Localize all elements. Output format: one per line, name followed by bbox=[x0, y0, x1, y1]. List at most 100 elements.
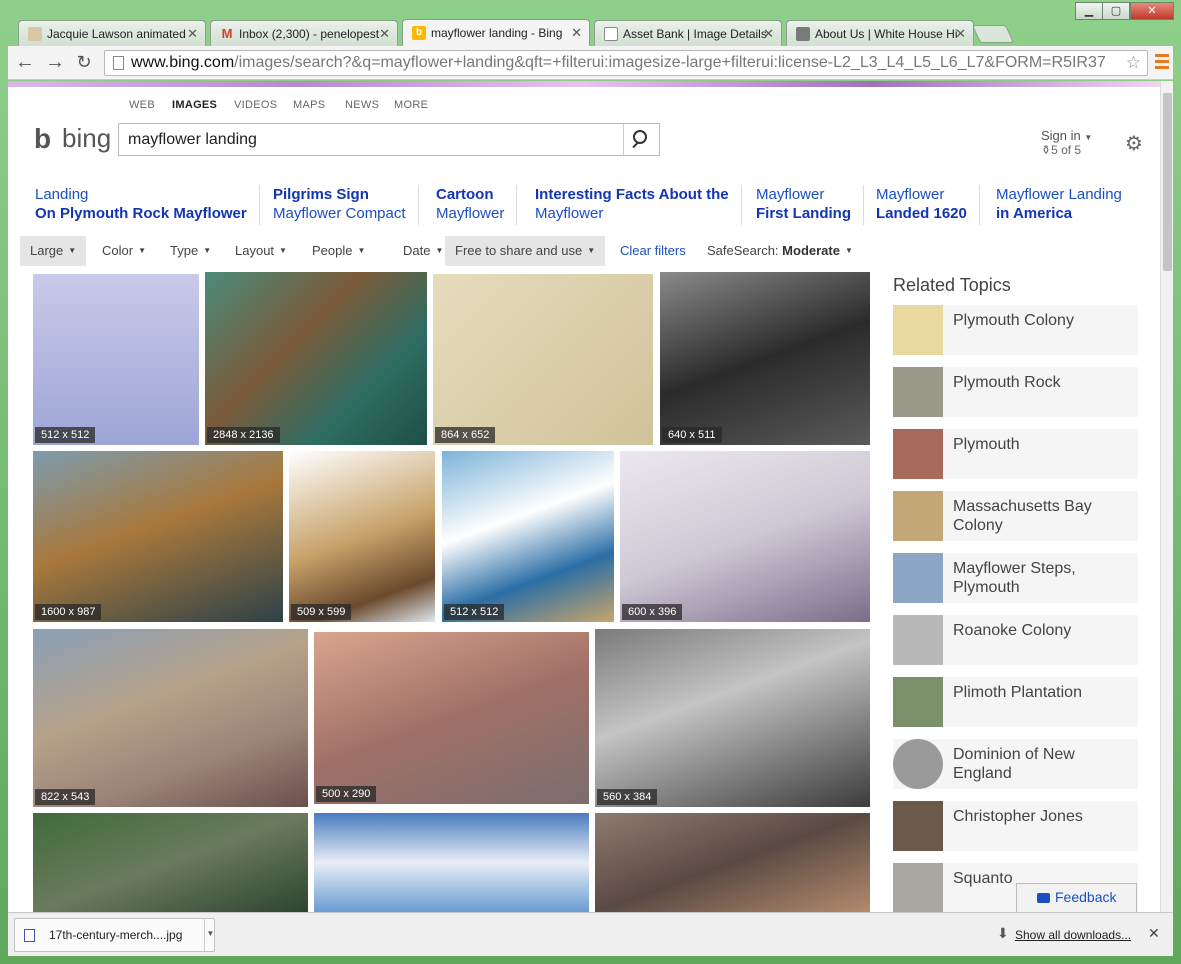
related-search-1[interactable]: Landing On Plymouth Rock Mayflower bbox=[35, 185, 260, 225]
close-icon[interactable]: ✕ bbox=[1148, 925, 1160, 942]
image-result[interactable]: 822 x 543 bbox=[33, 629, 308, 807]
filter-license[interactable]: Free to share and use ▼ bbox=[445, 236, 606, 266]
building-favicon-icon bbox=[796, 27, 810, 41]
image-result[interactable] bbox=[33, 813, 308, 912]
filter-bar: Large ▼ Color ▼ Type ▼ Layout ▼ People ▼ Date… bbox=[20, 236, 1160, 266]
maximize-button[interactable]: ▢ bbox=[1102, 2, 1130, 20]
scope-web[interactable]: WEB bbox=[129, 99, 155, 111]
feedback-button[interactable]: Feedback bbox=[1016, 883, 1137, 912]
topic-thumbnail bbox=[893, 305, 943, 355]
tab-bing[interactable]: b mayflower landing - Bing ✕ bbox=[402, 19, 590, 47]
chevron-down-icon: ▼ bbox=[138, 246, 146, 255]
chevron-down-icon[interactable]: ▼ bbox=[204, 919, 216, 951]
chevron-down-icon: ▼ bbox=[844, 246, 853, 255]
scope-videos[interactable]: VIDEOS bbox=[234, 99, 277, 111]
image-size-label: 509 x 599 bbox=[291, 604, 352, 620]
bing-favicon-icon: b bbox=[412, 26, 426, 40]
topic-thumbnail bbox=[893, 677, 943, 727]
related-topic-item[interactable]: Plymouth Colony bbox=[893, 305, 1138, 355]
filter-color[interactable]: Color ▼ bbox=[92, 236, 156, 266]
related-topic-item[interactable]: Mayflower Steps, Plymouth bbox=[893, 553, 1138, 603]
related-search-2[interactable]: Pilgrims Sign Mayflower Compact bbox=[273, 185, 419, 225]
scope-news[interactable]: NEWS bbox=[345, 99, 379, 111]
related-topic-item[interactable]: Christopher Jones bbox=[893, 801, 1138, 851]
search-input[interactable]: mayflower landing bbox=[118, 123, 660, 156]
filter-size[interactable]: Large ▼ bbox=[20, 236, 87, 266]
related-search-6[interactable]: Mayflower Landed 1620 bbox=[876, 185, 980, 225]
browser-window: Jacquie Lawson animated ✕ M Inbox (2,300… bbox=[0, 0, 1181, 964]
scope-images[interactable]: IMAGES bbox=[172, 99, 217, 111]
image-size-label: 640 x 511 bbox=[662, 427, 722, 443]
tab-title: About Us | White House Hi bbox=[815, 27, 958, 41]
related-search-4[interactable]: Interesting Facts About the Mayflower bbox=[535, 185, 742, 225]
sign-in-link[interactable]: Sign in ▼ bbox=[1041, 128, 1092, 143]
scrollbar-thumb[interactable] bbox=[1163, 93, 1172, 271]
image-size-label: 560 x 384 bbox=[597, 789, 658, 805]
image-result[interactable] bbox=[314, 813, 589, 912]
reload-button[interactable]: ↻ bbox=[73, 52, 95, 74]
filter-layout[interactable]: Layout ▼ bbox=[225, 236, 297, 266]
image-size-label: 512 x 512 bbox=[35, 427, 96, 443]
tab-asset-bank[interactable]: Asset Bank | Image Details ✕ bbox=[594, 20, 782, 46]
jacquie-lawson-favicon-icon bbox=[28, 27, 42, 41]
image-result[interactable] bbox=[595, 813, 870, 912]
image-result[interactable]: 600 x 396 bbox=[620, 451, 870, 622]
image-size-label: 1600 x 987 bbox=[35, 604, 102, 620]
rewards-counter[interactable]: ⚱5 of 5 bbox=[1041, 143, 1081, 157]
related-topic-item[interactable]: Dominion of New England bbox=[893, 739, 1138, 789]
image-result[interactable]: 2848 x 2136 bbox=[205, 272, 427, 445]
image-result[interactable]: 864 x 652 bbox=[433, 274, 653, 445]
chrome-menu-icon[interactable] bbox=[1155, 54, 1169, 70]
image-result[interactable]: 560 x 384 bbox=[595, 629, 870, 807]
tab-gmail[interactable]: M Inbox (2,300) - penelopest ✕ bbox=[210, 20, 398, 46]
tab-close-icon[interactable]: ✕ bbox=[379, 26, 390, 42]
related-search-3[interactable]: Cartoon Mayflower bbox=[436, 185, 518, 225]
related-topic-item[interactable]: Plymouth Rock bbox=[893, 367, 1138, 417]
related-search-7[interactable]: Mayflower Landing in America bbox=[996, 185, 1134, 225]
image-result[interactable]: 500 x 290 bbox=[314, 632, 589, 804]
safesearch-filter[interactable]: SafeSearch: Moderate ▼ bbox=[697, 236, 863, 266]
close-window-button[interactable]: ✕ bbox=[1130, 2, 1174, 20]
image-size-label: 822 x 543 bbox=[35, 789, 96, 805]
image-size-label: 512 x 512 bbox=[444, 604, 505, 620]
tab-close-icon[interactable]: ✕ bbox=[955, 26, 966, 42]
image-result[interactable]: 640 x 511 bbox=[660, 272, 870, 445]
clear-filters-link[interactable]: Clear filters bbox=[610, 236, 696, 266]
related-topic-item[interactable]: Plimoth Plantation bbox=[893, 677, 1138, 727]
related-topic-item[interactable]: Plymouth bbox=[893, 429, 1138, 479]
related-search-5[interactable]: Mayflower First Landing bbox=[756, 185, 864, 225]
tab-jacquie-lawson[interactable]: Jacquie Lawson animated ✕ bbox=[18, 20, 206, 46]
filter-people[interactable]: People ▼ bbox=[302, 236, 375, 266]
scope-maps[interactable]: MAPS bbox=[293, 99, 325, 111]
topic-thumbnail bbox=[893, 863, 943, 912]
new-tab-button[interactable] bbox=[971, 25, 1015, 43]
page-scrollbar[interactable] bbox=[1160, 81, 1173, 912]
image-size-label: 500 x 290 bbox=[316, 786, 377, 802]
forward-button[interactable]: → bbox=[44, 52, 66, 74]
gear-icon[interactable]: ⚙ bbox=[1125, 131, 1143, 156]
image-result[interactable]: 512 x 512 bbox=[442, 451, 614, 622]
download-arrow-icon: ⬇ bbox=[997, 925, 1009, 941]
image-size-label: 864 x 652 bbox=[435, 427, 496, 443]
tab-close-icon[interactable]: ✕ bbox=[571, 25, 582, 41]
related-topic-item[interactable]: Roanoke Colony bbox=[893, 615, 1138, 665]
download-item[interactable]: 17th-century-merch....jpg ▼ bbox=[14, 918, 215, 952]
scope-more[interactable]: MORE bbox=[394, 99, 428, 111]
image-result[interactable]: 1600 x 987 bbox=[33, 451, 283, 622]
topic-thumbnail bbox=[893, 429, 943, 479]
tab-white-house[interactable]: About Us | White House Hi ✕ bbox=[786, 20, 974, 46]
bing-logo-text: bing bbox=[62, 123, 112, 153]
related-topic-item[interactable]: Massachusetts Bay Colony bbox=[893, 491, 1138, 541]
tab-close-icon[interactable]: ✕ bbox=[763, 26, 774, 42]
minimize-button[interactable]: ▁ bbox=[1075, 2, 1103, 20]
show-all-downloads-link[interactable]: Show all downloads... bbox=[1015, 928, 1131, 942]
bookmark-star-icon[interactable]: ☆ bbox=[1126, 51, 1141, 75]
chevron-down-icon: ▼ bbox=[68, 246, 77, 255]
filter-type[interactable]: Type ▼ bbox=[160, 236, 221, 266]
image-result[interactable]: 509 x 599 bbox=[289, 451, 435, 622]
back-button[interactable]: ← bbox=[14, 52, 36, 74]
address-bar[interactable]: www.bing.com/images/search?&q=mayflower+… bbox=[104, 50, 1148, 76]
tab-close-icon[interactable]: ✕ bbox=[187, 26, 198, 42]
image-result[interactable]: 512 x 512 bbox=[33, 274, 199, 445]
search-button[interactable] bbox=[623, 124, 659, 155]
